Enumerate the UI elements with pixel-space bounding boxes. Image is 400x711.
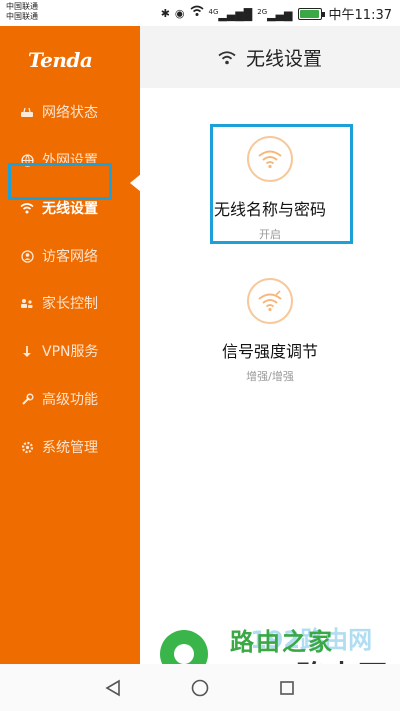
guest-icon	[20, 249, 34, 263]
status-bar: 中国联通 中国联通 ✱ ◉ 4G▂▄▆█ 2G▂▄▆ 中午11:37	[0, 0, 400, 26]
vpn-icon	[20, 344, 34, 358]
status-icons: ✱ ◉ 4G▂▄▆█ 2G▂▄▆ 中午11:37	[161, 4, 392, 24]
carrier-2: 中国联通	[6, 12, 38, 21]
wifi-icon	[20, 201, 34, 215]
signal-2g-icon: 2G▂▄▆	[257, 8, 293, 22]
page-header: 无线设置	[140, 26, 400, 88]
sidebar-item-label: VPN服务	[42, 344, 99, 360]
sidebar-item-label: 家长控制	[42, 296, 98, 312]
signal-strength-card[interactable]: 信号强度调节 增强/增强	[140, 278, 400, 384]
sidebar-item-label: 访客网络	[42, 249, 98, 265]
card-status: 增强/增强	[246, 370, 294, 383]
home-button[interactable]	[189, 677, 211, 699]
wifi-status-icon	[190, 5, 204, 22]
sidebar-item-guest-network[interactable]: 访客网络	[0, 237, 140, 275]
sidebar-item-network-status[interactable]: 网络状态	[0, 93, 140, 131]
card-title: 信号强度调节	[221, 342, 318, 361]
eye-icon: ◉	[174, 6, 185, 20]
wifi-icon	[218, 50, 236, 65]
sidebar-item-parental-control[interactable]: 家长控制	[0, 284, 140, 322]
sidebar-item-system-management[interactable]: 系统管理	[0, 428, 140, 466]
router-icon	[20, 105, 34, 119]
parent-icon	[20, 296, 34, 310]
card-highlight	[210, 124, 353, 244]
page-title: 无线设置	[245, 47, 322, 70]
recents-button[interactable]	[276, 677, 298, 699]
back-button[interactable]	[102, 677, 124, 699]
carrier-info: 中国联通 中国联通	[6, 2, 38, 22]
battery-icon	[297, 7, 325, 20]
active-item-highlight	[8, 163, 112, 200]
navigation-bar	[0, 664, 400, 711]
sidebar-item-vpn-service[interactable]: VPN服务	[0, 332, 140, 370]
carrier-1: 中国联通	[6, 2, 38, 11]
tenda-logo: Tenda	[28, 48, 93, 72]
settings-icon	[20, 440, 34, 454]
signal-4g-icon: 4G▂▄▆█	[208, 8, 253, 22]
wrench-icon	[20, 392, 34, 406]
bluetooth-icon: ✱	[160, 6, 170, 20]
sidebar-item-label: 高级功能	[42, 392, 98, 408]
sidebar-item-advanced-features[interactable]: 高级功能	[0, 380, 140, 418]
sidebar-item-label: 无线设置	[42, 201, 98, 217]
clock: 中午11:37	[328, 8, 392, 24]
sidebar-item-label: 系统管理	[42, 440, 98, 456]
sidebar-item-label: 网络状态	[42, 105, 98, 121]
wifi-signal-icon	[247, 278, 293, 324]
